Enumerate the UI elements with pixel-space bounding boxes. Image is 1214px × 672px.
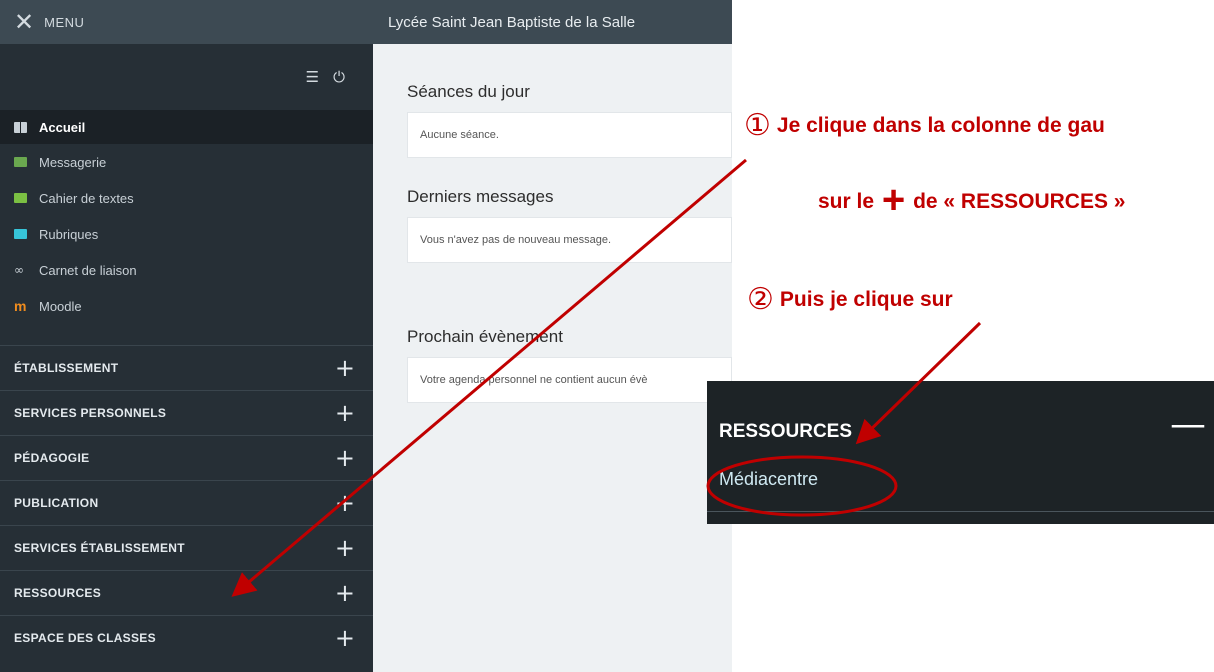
section-etablissement[interactable]: ÉTABLISSEMENT + [0,345,373,390]
rubric-icon [14,229,27,239]
section-services-personnels[interactable]: SERVICES PERSONNELS + [0,390,373,435]
link-icon: ∞ [14,263,24,277]
step1-text-post: de « RESSOURCES » [913,190,1126,213]
block-title: Séances du jour [407,82,530,101]
mail-icon [14,157,27,167]
nav-item-messagerie[interactable]: Messagerie [0,144,373,180]
plus-icon[interactable]: + [335,356,355,380]
plus-icon: + [881,178,906,222]
step1-text: Je clique dans la colonne de gau [776,114,1105,137]
minus-icon[interactable]: — [1170,407,1206,443]
section-label: PÉDAGOGIE [14,451,90,465]
menu-toggle[interactable]: ✕ MENU [0,0,373,44]
block-content: Aucune séance. [407,112,732,158]
section-label: ESPACE DES CLASSES [14,631,156,645]
nav-item-label: Carnet de liaison [39,262,137,278]
page-title: Lycée Saint Jean Baptiste de la Salle [388,13,636,31]
nav-item-label: Messagerie [39,154,107,170]
nav-item-cahier-de-textes[interactable]: Cahier de textes [0,180,373,216]
main-content: Séances du jour Aucune séance. Derniers … [373,44,732,672]
block-content: Vous n'avez pas de nouveau message. [407,217,732,263]
plus-icon[interactable]: + [335,536,355,560]
nav-item-accueil[interactable]: Accueil [0,110,373,144]
section-label: SERVICES ÉTABLISSEMENT [14,541,185,555]
section-label: ÉTABLISSEMENT [14,361,119,375]
close-icon[interactable]: ✕ [14,10,34,34]
main-nav: Accueil Messagerie Cahier de textes Rubr… [0,110,373,324]
section-pedagogie[interactable]: PÉDAGOGIE + [0,435,373,480]
menu-label: MENU [44,14,85,30]
block-title: Prochain évènement [407,327,563,346]
section-publication[interactable]: PUBLICATION + [0,480,373,525]
block-content: Votre agenda personnel ne contient aucun… [407,357,732,403]
block-messages: Derniers messages Vous n'avez pas de nou… [407,187,732,263]
plus-icon[interactable]: + [335,581,355,605]
annotation-step1: ① Je clique dans la colonne de gau [744,108,1105,143]
nav-item-label: Accueil [39,119,86,135]
moodle-icon: m [14,298,27,314]
sidebar-tools: ☰ ⏻ [0,44,373,110]
divider [707,511,1214,512]
section-espace-des-classes[interactable]: ESPACE DES CLASSES + [0,615,373,660]
step2-text: Puis je clique sur [779,288,953,311]
section-label: PUBLICATION [14,496,99,510]
mediacentre-link[interactable]: Médiacentre [719,469,818,490]
section-ressources[interactable]: RESSOURCES + [0,570,373,615]
step1-number: ① [744,108,771,143]
section-label: RESSOURCES [14,586,102,600]
plus-icon[interactable]: + [335,401,355,425]
block-title: Derniers messages [407,187,554,206]
nav-item-carnet-de-liaison[interactable]: ∞ Carnet de liaison [0,252,373,288]
nav-item-label: Rubriques [39,226,99,242]
nav-item-label: Cahier de textes [39,190,134,206]
plus-icon[interactable]: + [335,446,355,470]
nav-item-moodle[interactable]: m Moodle [0,288,373,324]
grid-icon [14,121,27,133]
nav-item-label: Moodle [39,298,82,314]
section-label: SERVICES PERSONNELS [14,406,167,420]
settings-icon[interactable]: ☰ [306,68,319,86]
section-services-etablissement[interactable]: SERVICES ÉTABLISSEMENT + [0,525,373,570]
block-seances: Séances du jour Aucune séance. [407,82,732,158]
annotation-step1-line2: sur le + de « RESSOURCES » [818,178,1125,223]
plus-icon[interactable]: + [335,626,355,650]
step2-number: ② [747,282,774,317]
sidebar: ✕ MENU ☰ ⏻ Accueil Messagerie Cahier de … [0,0,373,672]
annotation-step2: ② Puis je clique sur [747,282,953,317]
nav-item-rubriques[interactable]: Rubriques [0,216,373,252]
block-evenement: Prochain évènement Votre agenda personne… [407,327,732,403]
step1-text-pre: sur le [818,190,875,213]
power-icon[interactable]: ⏻ [333,68,345,86]
header-bar: Lycée Saint Jean Baptiste de la Salle [373,0,732,44]
plus-icon[interactable]: + [335,491,355,515]
book-icon [14,193,27,203]
ressources-inset: RESSOURCES — Médiacentre [707,381,1214,524]
section-list: ÉTABLISSEMENT + SERVICES PERSONNELS + PÉ… [0,345,373,660]
inset-heading: RESSOURCES [719,421,853,442]
